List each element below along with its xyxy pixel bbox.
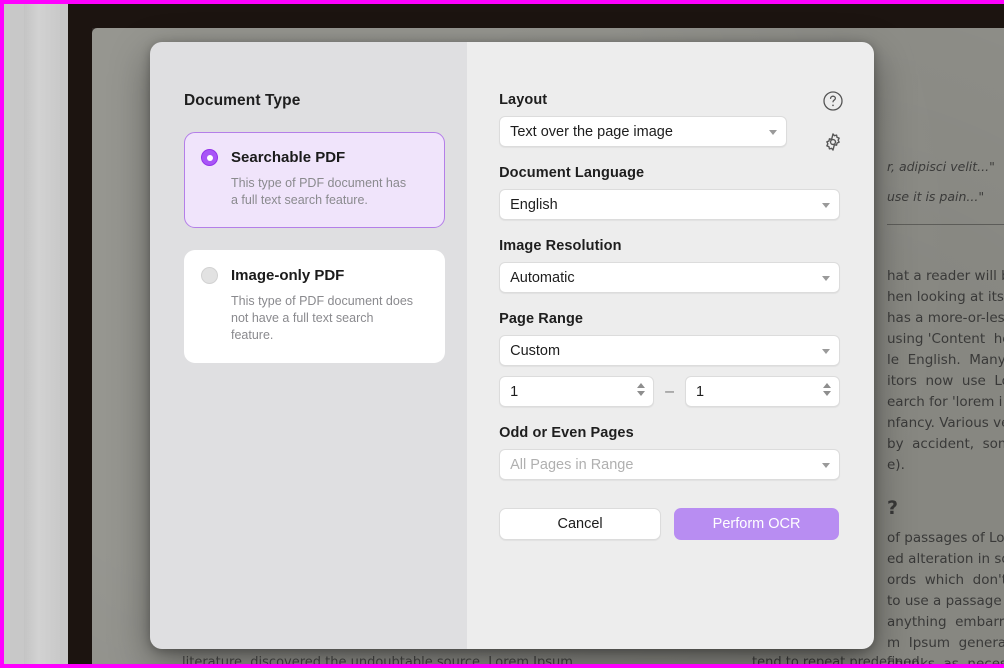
page-range-from-stepper[interactable]: 1: [499, 376, 655, 407]
scan-divider-rule: [887, 224, 1004, 225]
document-language-select[interactable]: English: [499, 189, 840, 220]
dialog-button-row: Cancel Perform OCR: [499, 508, 840, 540]
image-resolution-value: Automatic: [510, 269, 575, 286]
document-language-value: English: [510, 196, 558, 213]
odd-even-pages-select[interactable]: All Pages in Range: [499, 449, 840, 480]
image-resolution-field: Image Resolution Automatic: [499, 238, 840, 293]
layout-select[interactable]: Text over the page image: [499, 116, 788, 147]
odd-even-pages-label: Odd or Even Pages: [499, 425, 634, 441]
option-searchable-pdf[interactable]: Searchable PDF This type of PDF document…: [184, 132, 446, 228]
document-language-field: Document Language English: [499, 165, 840, 220]
page-range-from-value: 1: [510, 383, 519, 400]
page-range-to-stepper[interactable]: 1: [685, 376, 840, 407]
radio-image-only-pdf[interactable]: [201, 267, 218, 284]
ocr-settings-dialog: Document Type Searchable PDF This type o…: [150, 42, 874, 649]
ocr-options-panel: Layout Text over the page image Document…: [467, 42, 874, 649]
page-range-field: Page Range Custom 1 – 1: [499, 311, 840, 407]
odd-even-pages-field: Odd or Even Pages All Pages in Range: [499, 425, 840, 480]
radio-searchable-pdf[interactable]: [201, 149, 218, 166]
scan-paragraph-2: of passages of Lor ed alteration in sor …: [887, 530, 1004, 664]
layout-field: Layout Text over the page image: [499, 92, 840, 147]
option-searchable-pdf-description: This type of PDF document has a full tex…: [231, 176, 407, 207]
scroll-gutter[interactable]: [24, 4, 60, 664]
page-range-select[interactable]: Custom: [499, 335, 840, 366]
image-resolution-select[interactable]: Automatic: [499, 262, 840, 293]
scan-bottom-right-1: tend to repeat predefined: [752, 655, 920, 664]
chevron-down-icon: [822, 462, 830, 468]
cancel-button[interactable]: Cancel: [499, 508, 662, 540]
odd-even-pages-value: All Pages in Range: [510, 456, 634, 473]
page-range-separator: –: [665, 382, 674, 400]
option-image-only-pdf-label: Image-only PDF: [231, 267, 345, 284]
window-edge-strip: [4, 4, 24, 664]
chevron-down-icon: [769, 129, 778, 135]
option-image-only-pdf[interactable]: Image-only PDF This type of PDF document…: [184, 250, 446, 363]
chevron-down-icon: [822, 275, 830, 281]
stepper-arrows-icon[interactable]: [637, 382, 646, 396]
document-type-title: Document Type: [184, 92, 301, 109]
scan-quote-2: use it is pain...": [887, 189, 985, 204]
scan-quote-1: r, adipisci velit...": [887, 159, 995, 174]
page-range-value: Custom: [510, 342, 561, 359]
document-viewer: r, adipisci velit..." use it is pain..."…: [68, 4, 1004, 664]
scan-heading: ?: [887, 497, 899, 519]
page-range-to-value: 1: [696, 383, 705, 400]
application-window: r, adipisci velit..." use it is pain..."…: [0, 0, 1004, 668]
scan-bottom-line-1: literature, discovered the undoubtable s…: [182, 655, 573, 664]
image-resolution-label: Image Resolution: [499, 238, 622, 254]
gear-icon[interactable]: [822, 131, 844, 153]
option-image-only-pdf-description: This type of PDF document does not have …: [231, 294, 414, 342]
question-circle-icon[interactable]: [822, 90, 844, 112]
perform-ocr-button[interactable]: Perform OCR: [674, 508, 840, 540]
layout-label: Layout: [499, 92, 548, 108]
document-language-label: Document Language: [499, 165, 645, 181]
document-type-panel: Document Type Searchable PDF This type o…: [150, 42, 468, 649]
layout-select-value: Text over the page image: [510, 123, 673, 140]
page-range-label: Page Range: [499, 311, 584, 327]
viewer-gutter: [60, 4, 68, 664]
option-searchable-pdf-label: Searchable PDF: [231, 149, 346, 166]
chevron-down-icon: [822, 348, 830, 354]
chevron-down-icon: [822, 202, 830, 208]
stepper-arrows-icon[interactable]: [823, 382, 831, 396]
scan-paragraph-1: hat a reader will b hen looking at its l…: [887, 268, 1004, 473]
